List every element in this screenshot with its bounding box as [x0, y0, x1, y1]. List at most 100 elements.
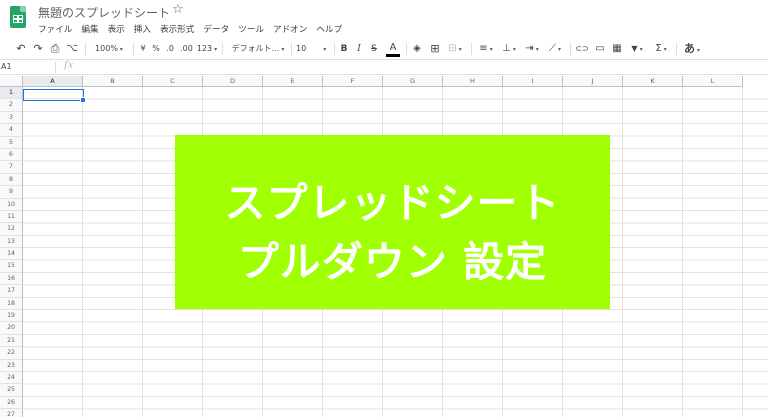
- column-header[interactable]: A: [23, 76, 83, 87]
- increase-decimal-button[interactable]: .00: [178, 42, 195, 56]
- bold-button[interactable]: B: [338, 42, 350, 56]
- paint-format-icon[interactable]: ⌥: [65, 42, 79, 56]
- row-header[interactable]: 16: [0, 272, 23, 286]
- select-all-corner[interactable]: [0, 76, 23, 87]
- functions-icon[interactable]: Σ ▾: [651, 42, 671, 56]
- row-headers: 1 2 3 4 5 6 7 8 9 10 11 12 13 14 15 16 17 18 19 20 21 22 23 24 2…: [0, 87, 23, 417]
- more-formats-select[interactable]: 123 ▾: [196, 42, 218, 56]
- row-header[interactable]: 9: [0, 186, 23, 199]
- row-header[interactable]: 6: [0, 148, 23, 162]
- chevron-down-icon: ▾: [512, 46, 516, 53]
- italic-button[interactable]: I: [353, 42, 365, 56]
- column-header[interactable]: D: [203, 76, 263, 87]
- input-tools-icon[interactable]: あ ▾: [681, 42, 703, 56]
- filter-icon[interactable]: ▼ ▾: [627, 42, 647, 56]
- zoom-value: 100%: [95, 44, 118, 53]
- banner-title-line1: スプレッドシート: [224, 179, 561, 227]
- chevron-down-icon: ▾: [489, 46, 493, 53]
- vertical-align-icon[interactable]: ⊥ ▾: [499, 42, 519, 56]
- menu-view[interactable]: 表示: [108, 23, 125, 37]
- menu-addons[interactable]: アドオン: [273, 23, 307, 37]
- row-header[interactable]: 19: [0, 310, 23, 323]
- fill-color-icon[interactable]: ◈: [410, 42, 424, 56]
- name-box[interactable]: A1: [1, 62, 12, 71]
- menu-data[interactable]: データ: [203, 23, 229, 37]
- column-header[interactable]: K: [623, 76, 683, 87]
- menu-tools[interactable]: ツール: [238, 23, 264, 37]
- row-header[interactable]: 5: [0, 136, 23, 149]
- toolbar-divider: [85, 43, 86, 55]
- currency-format-button[interactable]: ¥: [137, 42, 149, 56]
- star-icon[interactable]: ☆: [172, 2, 184, 17]
- toolbar-divider: [471, 43, 472, 55]
- menu-file[interactable]: ファイル: [38, 23, 72, 37]
- column-header[interactable]: C: [143, 76, 203, 87]
- menu-help[interactable]: ヘルプ: [316, 23, 342, 37]
- insert-link-icon[interactable]: ⊂⊃: [574, 42, 590, 56]
- row-header[interactable]: 11: [0, 210, 23, 224]
- chevron-down-icon: ▾: [214, 46, 218, 53]
- print-icon[interactable]: ⎙: [48, 42, 62, 56]
- title-banner: スプレッドシート プルダウン 設定: [175, 135, 610, 309]
- funnel-icon: ▼: [631, 44, 638, 53]
- horizontal-align-icon[interactable]: ≡ ▾: [476, 42, 496, 56]
- percent-format-button[interactable]: %: [150, 42, 162, 56]
- toolbar-divider: [133, 43, 134, 55]
- row-header[interactable]: 8: [0, 173, 23, 187]
- chevron-down-icon: ▾: [557, 46, 561, 53]
- text-color-button[interactable]: A: [386, 42, 400, 57]
- menu-format[interactable]: 表示形式: [160, 23, 194, 37]
- column-header[interactable]: F: [323, 76, 383, 87]
- toolbar-divider: [291, 43, 292, 55]
- chevron-down-icon: ▾: [639, 46, 643, 53]
- chevron-down-icon: ▾: [696, 47, 700, 54]
- row-header[interactable]: 24: [0, 371, 23, 385]
- sheets-logo-icon[interactable]: [10, 6, 26, 28]
- column-header[interactable]: B: [83, 76, 143, 87]
- font-family-select[interactable]: デフォルト... ▾: [228, 42, 288, 56]
- redo-icon[interactable]: ↷: [31, 42, 45, 56]
- text-rotation-icon[interactable]: ⟋ ▾: [545, 42, 565, 56]
- undo-icon[interactable]: ↶: [14, 42, 28, 56]
- row-header[interactable]: 17: [0, 285, 23, 298]
- column-header[interactable]: J: [563, 76, 623, 87]
- row-header[interactable]: 4: [0, 124, 23, 137]
- column-header[interactable]: I: [503, 76, 563, 87]
- row-header[interactable]: 14: [0, 248, 23, 261]
- column-header[interactable]: E: [263, 76, 323, 87]
- insert-chart-icon[interactable]: ▦: [610, 42, 624, 56]
- row-header[interactable]: 23: [0, 359, 23, 372]
- row-header[interactable]: 3: [0, 111, 23, 125]
- row-header[interactable]: 1: [0, 87, 23, 100]
- row-header[interactable]: 12: [0, 223, 23, 236]
- column-header[interactable]: G: [383, 76, 443, 87]
- row-header[interactable]: 22: [0, 347, 23, 360]
- selected-cell-a1[interactable]: [23, 89, 86, 103]
- row-header[interactable]: 18: [0, 297, 23, 311]
- menu-edit[interactable]: 編集: [81, 23, 98, 37]
- text-wrap-icon[interactable]: ⇥ ▾: [522, 42, 542, 56]
- document-title[interactable]: 無題のスプレッドシート: [38, 4, 170, 21]
- row-header[interactable]: 25: [0, 384, 23, 397]
- row-header[interactable]: 10: [0, 198, 23, 211]
- merge-cells-icon[interactable]: ⊟ ▾: [445, 42, 465, 56]
- row-header[interactable]: 20: [0, 322, 23, 335]
- row-header[interactable]: 21: [0, 334, 23, 348]
- row-header[interactable]: 13: [0, 235, 23, 249]
- strikethrough-button[interactable]: S: [368, 42, 380, 56]
- row-header[interactable]: 2: [0, 99, 23, 112]
- decrease-decimal-button[interactable]: .0: [163, 42, 177, 56]
- zoom-select[interactable]: 100% ▾: [90, 42, 128, 56]
- menu-insert[interactable]: 挿入: [134, 23, 151, 37]
- row-header[interactable]: 7: [0, 161, 23, 174]
- insert-comment-icon[interactable]: ▭: [593, 42, 607, 56]
- row-header[interactable]: 15: [0, 260, 23, 273]
- row-header[interactable]: 26: [0, 396, 23, 410]
- column-header[interactable]: L: [683, 76, 743, 87]
- row-header[interactable]: 27: [0, 409, 23, 417]
- chevron-down-icon: ▾: [535, 46, 539, 53]
- toolbar-divider: [334, 43, 335, 55]
- font-size-select[interactable]: 10 ▾: [296, 42, 332, 56]
- borders-icon[interactable]: ⊞: [428, 42, 442, 56]
- column-header[interactable]: H: [443, 76, 503, 87]
